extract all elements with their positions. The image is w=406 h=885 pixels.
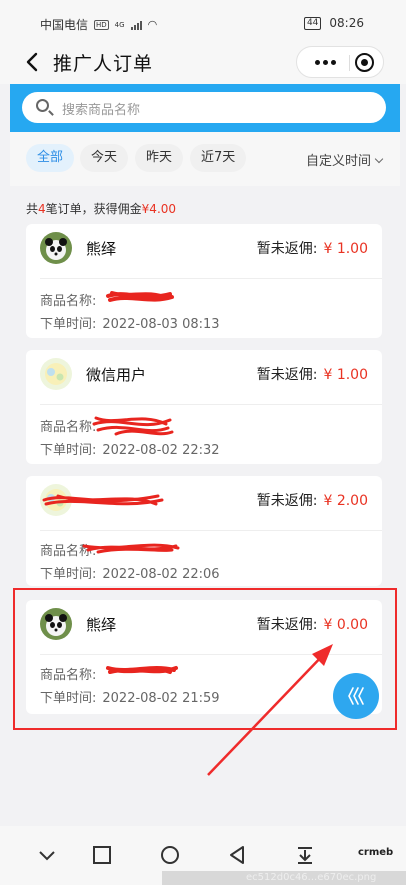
- rebate-amount: ¥ 1.00: [323, 241, 368, 257]
- product-name-row: 商品名称:: [40, 540, 102, 559]
- order-time-label: 下单时间:: [40, 567, 97, 582]
- order-user-name: 微信用户: [86, 366, 147, 384]
- order-user-name: 熊绎: [86, 240, 117, 258]
- chevron-down-icon[interactable]: [36, 844, 58, 866]
- battery-icon: 44: [303, 16, 322, 30]
- filter-chip-last-7-days[interactable]: 近7天: [190, 144, 247, 172]
- filter-chip-yesterday[interactable]: 昨天: [135, 144, 184, 172]
- order-time-label: 下单时间:: [40, 443, 97, 458]
- panda-avatar: [40, 232, 72, 264]
- product-name-row: 商品名称:: [40, 416, 102, 435]
- order-time-row: 下单时间: 2022-08-02 22:06: [40, 563, 220, 582]
- rebate-label: 暂未返佣:: [256, 617, 318, 633]
- order-card[interactable]: 熊绎 暂未返佣: ¥ 0.00 商品名称: 下单时间: 2022-08-02 21:…: [26, 600, 382, 714]
- battery-level: 44: [306, 17, 319, 28]
- rebate-amount: ¥ 2.00: [323, 493, 368, 509]
- order-user-name: 熊绎: [86, 616, 117, 634]
- summary-middle: 笔订单，获得佣金: [45, 202, 142, 216]
- signal-icon: [130, 20, 142, 30]
- more-dots-icon[interactable]: [307, 47, 343, 77]
- rebate-amount: ¥ 1.00: [323, 367, 368, 383]
- wifi-icon: ◠: [147, 18, 158, 31]
- back-arrow-icon[interactable]: [22, 50, 44, 74]
- custom-time-dropdown[interactable]: 自定义时间: [305, 150, 384, 169]
- order-time-row: 下单时间: 2022-08-02 21:59: [40, 687, 220, 706]
- miniprogram-capsule: [296, 46, 384, 78]
- floating-action-button[interactable]: [333, 673, 379, 719]
- order-time-value: 2022-08-02 21:59: [102, 691, 220, 706]
- close-target-icon[interactable]: [355, 53, 374, 72]
- product-name-label: 商品名称:: [40, 420, 97, 435]
- order-card[interactable]: 熊绎 暂未返佣: ¥ 1.00 商品名称: 下单时间: 2022-08-03 08:…: [26, 224, 382, 338]
- order-time-value: 2022-08-02 22:32: [102, 443, 220, 458]
- search-input[interactable]: 搜索商品名称: [22, 92, 386, 123]
- square-recents-icon[interactable]: [91, 844, 113, 866]
- filter-bar: 全部 今天 昨天 近7天 自定义时间: [10, 132, 400, 186]
- search-placeholder: 搜索商品名称: [62, 103, 141, 118]
- capsule-divider: [349, 55, 350, 71]
- order-time-row: 下单时间: 2022-08-02 22:32: [40, 439, 220, 458]
- rebate-label: 暂未返佣:: [256, 367, 318, 383]
- chevron-down-icon: [374, 154, 384, 164]
- card-divider: [40, 404, 382, 405]
- order-time-row: 下单时间: 2022-08-03 08:13: [40, 313, 220, 332]
- summary-prefix: 共: [26, 202, 39, 216]
- rebate-status: 暂未返佣: ¥ 1.00: [257, 364, 368, 384]
- filter-chip-today[interactable]: 今天: [80, 144, 129, 172]
- triangle-back-icon[interactable]: [226, 844, 248, 866]
- brand-logo: crmeb: [358, 847, 394, 858]
- product-name-row: 商品名称:: [40, 664, 102, 683]
- product-name-label: 商品名称:: [40, 294, 97, 309]
- product-name-row: 商品名称:: [40, 290, 102, 309]
- order-time-label: 下单时间:: [40, 317, 97, 332]
- network-label: 4G: [114, 20, 125, 29]
- notification-pulldown-icon[interactable]: [294, 844, 316, 866]
- default-avatar: [40, 358, 72, 390]
- order-card[interactable]: 暂未返佣: ¥ 2.00 商品名称: 下单时间: 2022-08-02 22:06: [26, 476, 382, 586]
- default-avatar: [40, 484, 72, 516]
- rebate-status: 暂未返佣: ¥ 0.00: [257, 614, 368, 634]
- rebate-status: 暂未返佣: ¥ 1.00: [257, 238, 368, 258]
- navigation-bar: 推广人订单: [0, 40, 406, 84]
- hd-badge: HD: [94, 19, 109, 30]
- rebate-amount: ¥ 0.00: [323, 617, 368, 633]
- page-title: 推广人订单: [53, 53, 154, 75]
- order-time-value: 2022-08-02 22:06: [102, 567, 220, 582]
- rebate-label: 暂未返佣:: [256, 493, 318, 509]
- summary-amount: ¥4.00: [141, 202, 177, 216]
- order-card[interactable]: 微信用户 暂未返佣: ¥ 1.00 商品名称: 下单时间: 2022-08-02 2…: [26, 350, 382, 464]
- chevrons-left-icon: [348, 687, 364, 705]
- order-summary: 共4笔订单，获得佣金¥4.00: [26, 200, 176, 217]
- panda-avatar: [40, 608, 72, 640]
- rebate-status: 暂未返佣: ¥ 2.00: [257, 490, 368, 510]
- card-divider: [40, 278, 382, 279]
- carrier-label: 中国电信: [40, 18, 89, 32]
- image-filename-watermark: ec512d0c46...e670ec.png: [162, 871, 406, 885]
- filter-chip-all[interactable]: 全部: [26, 144, 75, 172]
- status-bar: 中国电信 HD 4G ◠ 44 08:26: [0, 0, 406, 40]
- clock: 08:26: [329, 16, 364, 30]
- rebate-label: 暂未返佣:: [256, 241, 318, 257]
- search-band: 搜索商品名称: [10, 84, 400, 132]
- order-time-value: 2022-08-03 08:13: [102, 317, 220, 332]
- product-name-label: 商品名称:: [40, 668, 97, 683]
- card-divider: [40, 530, 382, 531]
- order-time-label: 下单时间:: [40, 691, 97, 706]
- card-divider: [40, 654, 382, 655]
- search-icon: [36, 99, 49, 112]
- custom-time-label: 自定义时间: [305, 154, 371, 169]
- product-name-label: 商品名称:: [40, 544, 97, 559]
- summary-count: 4: [38, 202, 46, 216]
- circle-home-icon[interactable]: [159, 844, 181, 866]
